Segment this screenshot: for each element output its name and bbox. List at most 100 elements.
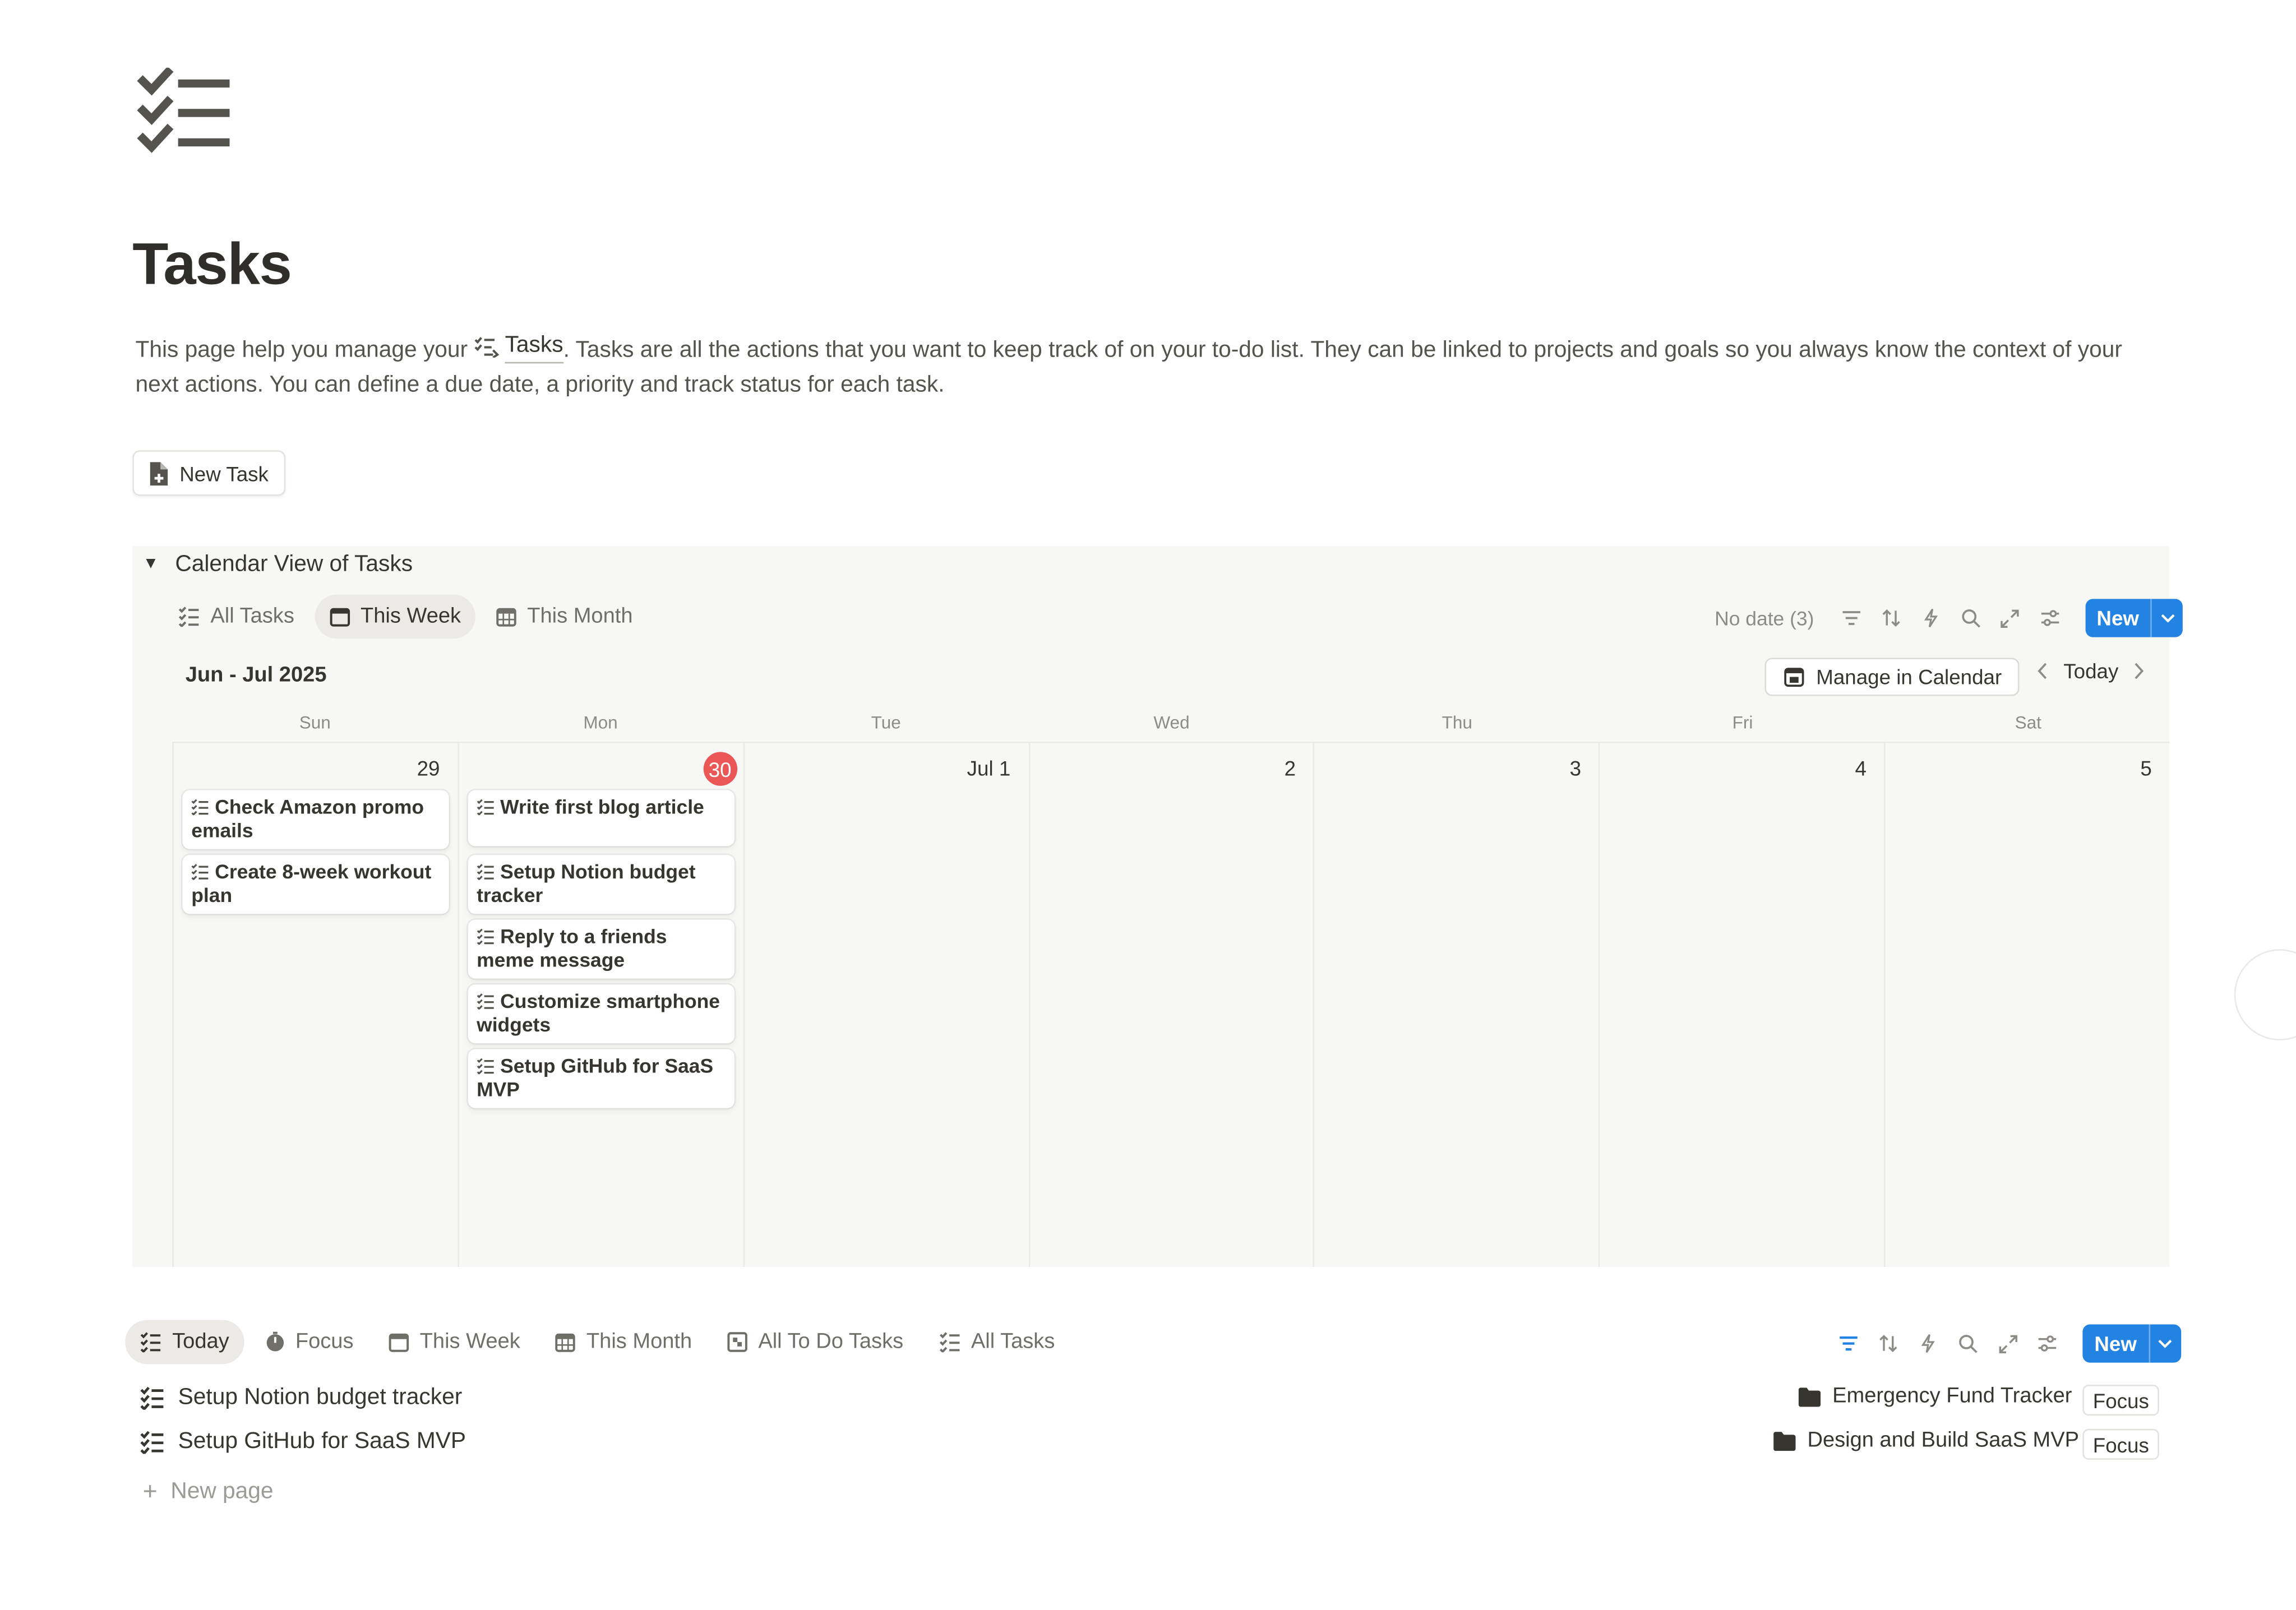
task-checklist-icon (191, 864, 209, 880)
task-card[interactable]: Setup Notion budget tracker (468, 855, 734, 914)
task-card[interactable]: Write first blog article (468, 790, 734, 846)
folder-icon (1798, 1387, 1821, 1407)
filter-icon[interactable] (1837, 1332, 1860, 1355)
day-cell[interactable]: 2 (1028, 743, 1314, 1267)
calendar-icon (330, 608, 350, 627)
day-cell[interactable]: 4 (1599, 743, 1884, 1267)
calendar-heading: Calendar View of Tasks (175, 552, 413, 577)
description-prefix: This page help you manage your (135, 337, 468, 363)
task-card-title: Reply to a friends meme message (477, 926, 667, 971)
day-number: 3 (1569, 756, 1582, 780)
task-card[interactable]: Customize smartphone widgets (468, 984, 734, 1044)
project-relation[interactable]: Design and Build SaaS MVP (1773, 1429, 2079, 1452)
day-number: 2 (1284, 756, 1296, 780)
calendar-icon (389, 1332, 410, 1353)
timer-icon (265, 1331, 285, 1353)
tasks-mention-link[interactable]: Tasks (474, 328, 563, 364)
settings-sliders-icon[interactable] (2035, 1332, 2059, 1355)
task-card[interactable]: Reply to a friends meme message (468, 919, 734, 979)
task-card[interactable]: Check Amazon promo emails (182, 790, 449, 849)
calendar-view-tabs: All Tasks This Week This Month (163, 594, 648, 639)
new-page-label: New page (170, 1479, 274, 1504)
tab-this-week[interactable]: This Week (315, 594, 476, 639)
weekday-label: Thu (1442, 712, 1472, 733)
task-card-title: Setup GitHub for SaaS MVP (477, 1055, 714, 1101)
day-cell[interactable]: 5 (1884, 743, 2169, 1267)
weekday-label: Mon (583, 712, 618, 733)
task-checklist-icon (477, 993, 495, 1010)
list-item[interactable]: Setup GitHub for SaaS MVP (140, 1429, 466, 1455)
side-peek-handle[interactable] (2234, 949, 2296, 1040)
task-card[interactable]: Create 8-week workout plan (182, 855, 449, 914)
tab-this-month[interactable]: This Month (541, 1320, 707, 1364)
weekday-label: Fri (1732, 712, 1753, 733)
tab-all-tasks[interactable]: All Tasks (924, 1320, 1070, 1364)
day-number: Jul 1 (967, 756, 1011, 780)
chevron-left-icon[interactable] (2037, 662, 2049, 680)
sort-icon[interactable] (1877, 1332, 1900, 1355)
list-item[interactable]: Setup Notion budget tracker (140, 1385, 462, 1411)
tab-today[interactable]: Today (125, 1320, 244, 1364)
tab-focus[interactable]: Focus (250, 1320, 368, 1364)
calendar-nav: Today (2037, 659, 2145, 683)
chevron-down-icon[interactable] (2148, 1324, 2181, 1363)
new-task-label: New Task (179, 461, 269, 485)
automation-bolt-icon[interactable] (1916, 1332, 1940, 1355)
tab-label: This Month (586, 1330, 692, 1354)
new-button-label: New (2096, 606, 2140, 630)
tab-all-to-do-tasks[interactable]: All To Do Tasks (713, 1320, 918, 1364)
expand-icon[interactable] (1998, 607, 2022, 630)
task-checklist-icon (477, 864, 495, 880)
list-item-title[interactable]: Setup Notion budget tracker (178, 1385, 463, 1411)
calendar-new-button[interactable]: New (2085, 599, 2183, 637)
filter-icon[interactable] (1839, 607, 1863, 630)
today-button[interactable]: Today (2063, 659, 2118, 683)
tab-label: All Tasks (971, 1330, 1055, 1354)
automation-bolt-icon[interactable] (1919, 607, 1942, 630)
task-card[interactable]: Setup GitHub for SaaS MVP (468, 1049, 734, 1108)
chevron-down-icon[interactable] (2151, 599, 2183, 637)
search-icon[interactable] (1958, 607, 1982, 630)
calendar-toolbar: No date (3) New (1715, 599, 2183, 637)
page-checklist-icon[interactable] (137, 67, 234, 156)
tasks-db-icon (474, 336, 500, 357)
folder-icon (1773, 1431, 1796, 1450)
task-checklist-icon (477, 928, 495, 945)
list-item-title[interactable]: Setup GitHub for SaaS MVP (178, 1429, 466, 1455)
chevron-right-icon[interactable] (2133, 662, 2145, 680)
day-cell[interactable]: 3 (1313, 743, 1599, 1267)
task-card-title: Write first blog article (500, 796, 704, 818)
calendar-app-icon (1784, 668, 1804, 687)
manage-label: Manage in Calendar (1816, 665, 2002, 689)
list-new-button[interactable]: New (2082, 1324, 2181, 1363)
project-name[interactable]: Design and Build SaaS MVP (1808, 1429, 2080, 1452)
calendar-grid-icon (556, 1332, 576, 1353)
toggle-triangle-icon[interactable]: ▼ (143, 555, 159, 573)
project-name[interactable]: Emergency Fund Tracker (1832, 1385, 2072, 1408)
new-page-button[interactable]: + New page (143, 1478, 274, 1507)
sort-icon[interactable] (1879, 607, 1902, 630)
day-cell[interactable]: 29 Check Amazon promo emails Create 8-week… (172, 743, 458, 1267)
settings-sliders-icon[interactable] (2038, 607, 2061, 630)
day-cell[interactable]: 30 Write first blog article Setup Notion b… (458, 743, 743, 1267)
tab-this-month[interactable]: This Month (482, 595, 648, 639)
task-checklist-icon (477, 1058, 495, 1075)
task-card-title: Setup Notion budget tracker (477, 860, 696, 906)
expand-icon[interactable] (1996, 1332, 2020, 1355)
tasks-mention-label[interactable]: Tasks (505, 328, 563, 364)
page-description: This page help you manage your Tasks . T… (136, 328, 2167, 401)
project-relation[interactable]: Emergency Fund Tracker (1798, 1385, 2072, 1408)
new-task-button[interactable]: New Task (132, 450, 287, 496)
weekday-label: Tue (871, 712, 901, 733)
manage-in-calendar-button[interactable]: Manage in Calendar (1764, 658, 2020, 696)
day-cell[interactable]: Jul 1 (742, 743, 1028, 1267)
today-date-badge: 30 (703, 752, 737, 786)
search-icon[interactable] (1956, 1332, 1980, 1355)
tab-all-tasks[interactable]: All Tasks (163, 595, 309, 639)
tab-label: All To Do Tasks (758, 1330, 904, 1354)
tab-this-week[interactable]: This Week (374, 1320, 535, 1364)
tab-label: This Month (527, 604, 633, 628)
document-plus-icon (150, 461, 168, 485)
no-date-button[interactable]: No date (3) (1715, 607, 1814, 629)
flag-board-icon (727, 1332, 748, 1353)
